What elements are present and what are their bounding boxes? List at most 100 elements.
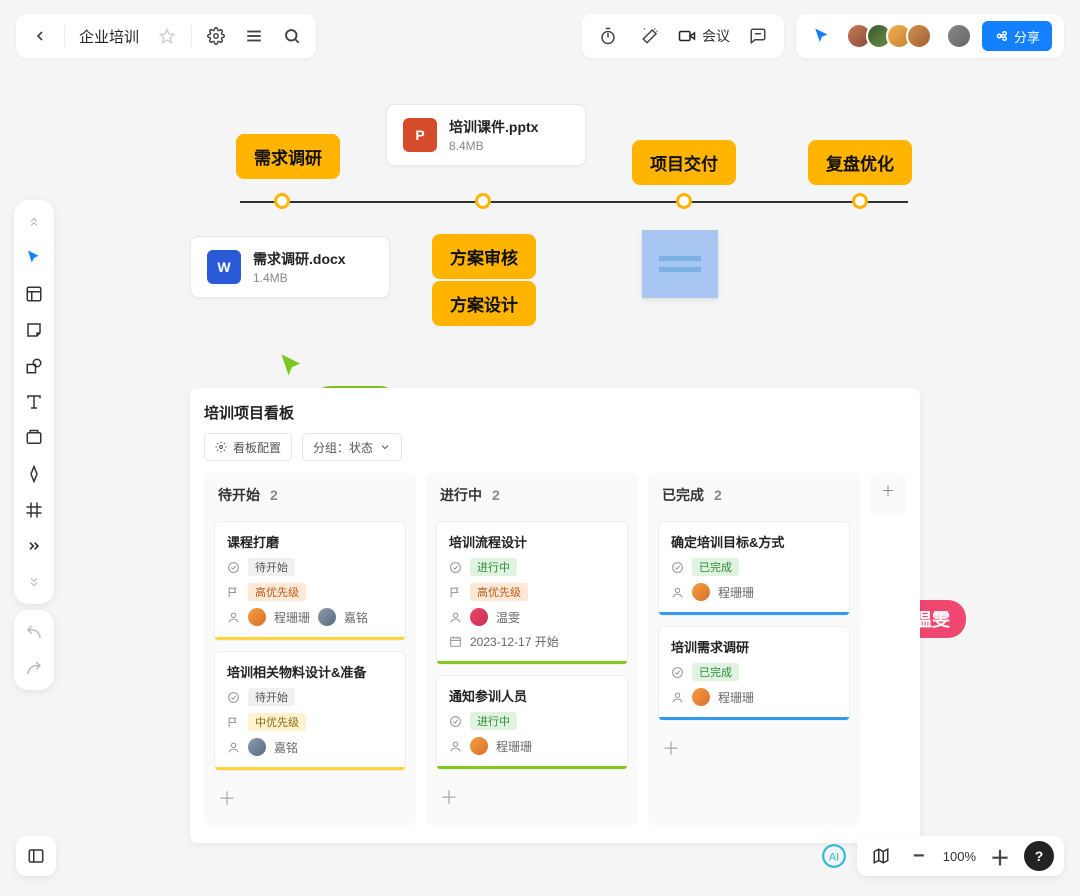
current-user-avatar[interactable] [946,23,972,49]
wand-icon [641,27,659,45]
kanban-card[interactable]: 培训相关物料设计&准备 待开始 中优先级 嘉铭 [214,651,406,771]
flag-icon [227,716,240,729]
card-title: 培训需求调研 [671,637,837,656]
shape-tool[interactable] [22,354,46,378]
back-button[interactable] [26,22,54,50]
add-card-button[interactable]: ＋ [658,731,850,765]
redo-button[interactable] [22,656,46,680]
timeline-line [240,201,908,203]
add-card-button[interactable]: ＋ [436,780,628,814]
priority-pill: 中优先级 [248,713,306,731]
topbar-right: 会议 分享 [582,14,1064,58]
file-card-ppt[interactable]: P 培训课件.pptx 8.4MB [386,104,586,166]
pen-tool[interactable] [22,462,46,486]
status-pill: 已完成 [692,558,739,576]
column-count: 2 [714,487,722,503]
word-icon: W [207,250,241,284]
card-accent [659,612,849,615]
assignee-avatar [692,583,710,601]
frame-tool[interactable] [22,282,46,306]
share-label: 分享 [1014,27,1040,46]
timeline-node[interactable] [852,193,868,209]
assignee-avatar [248,608,266,626]
kanban-group-dropdown[interactable]: 分组：状态 [302,433,402,461]
panel-toggle-button[interactable] [16,836,56,876]
card-accent [215,767,405,770]
image-tool[interactable] [22,426,46,450]
timeline-tag[interactable]: 项目交付 [632,140,736,185]
settings-button[interactable] [202,22,230,50]
share-button[interactable]: 分享 [982,21,1052,51]
sticky-tool[interactable] [22,318,46,342]
timer-button[interactable] [594,22,622,50]
search-button[interactable] [278,22,306,50]
tool-sidebar [14,200,54,604]
column-name: 待开始 [218,485,260,505]
kanban-card[interactable]: 课程打磨 待开始 高优先级 程珊珊 嘉铭 [214,521,406,641]
powerpoint-icon: P [403,118,437,152]
zoom-out-button[interactable]: − [905,842,933,870]
column-name: 已完成 [662,485,704,505]
add-card-button[interactable]: ＋ [214,781,406,815]
assignee-avatar [318,608,336,626]
avatar [906,23,932,49]
presence-button[interactable] [808,22,836,50]
ai-button[interactable]: AI [819,841,849,871]
kanban-card[interactable]: 培训流程设计 进行中 高优先级 温雯 2023-12-17 开始 [436,521,628,665]
expand-button[interactable] [22,570,46,594]
meeting-button[interactable]: 会议 [678,26,730,46]
card-title: 培训相关物料设计&准备 [227,662,393,681]
status-pill: 待开始 [248,558,295,576]
remote-cursor-icon [278,352,306,380]
timeline-tag[interactable]: 复盘优化 [808,140,912,185]
help-button[interactable]: ? [1024,841,1054,871]
calendar-icon [449,635,462,648]
timeline-tag[interactable]: 方案审核 [432,234,536,279]
gear-icon [207,27,225,45]
assignee-avatar [692,688,710,706]
zoom-level[interactable]: 100% [943,849,976,864]
timeline-node[interactable] [274,193,290,209]
timeline-tag[interactable]: 方案设计 [432,281,536,326]
grid-tool[interactable] [22,498,46,522]
status-icon [671,561,684,574]
search-icon [283,27,301,45]
user-icon [449,740,462,753]
add-column-button[interactable]: ＋ [870,473,906,513]
file-card-doc[interactable]: W 需求调研.docx 1.4MB [190,236,390,298]
text-tool[interactable] [22,390,46,414]
status-pill: 待开始 [248,688,295,706]
kanban-card[interactable]: 确定培训目标&方式 已完成 程珊珊 [658,521,850,616]
timeline-node[interactable] [676,193,692,209]
kanban-card[interactable]: 通知参训人员 进行中 程珊珊 [436,675,628,770]
user-icon [227,611,240,624]
priority-pill: 高优先级 [248,583,306,601]
chevron-down-icon [379,441,391,453]
zoom-in-button[interactable]: ＋ [986,842,1014,870]
file-name: 需求调研.docx [253,249,346,269]
chevrons-up-icon [27,215,41,229]
gear-icon [215,441,227,453]
favorite-button[interactable] [153,22,181,50]
kanban-card[interactable]: 培训需求调研 已完成 程珊珊 [658,626,850,721]
priority-pill: 高优先级 [470,583,528,601]
comment-button[interactable] [744,22,772,50]
kanban-config-button[interactable]: 看板配置 [204,433,292,461]
divider [64,25,65,47]
more-tools[interactable] [22,534,46,558]
collapse-button[interactable] [22,210,46,234]
avatar-stack[interactable] [846,23,932,49]
assignee-name: 程珊珊 [274,609,310,626]
select-tool[interactable] [22,246,46,270]
timeline-node[interactable] [475,193,491,209]
assignee-name: 程珊珊 [718,584,754,601]
kanban-board[interactable]: 培训项目看板 看板配置 分组：状态 待开始 2 课程打磨 待开始 高优先级 程珊… [190,388,920,843]
timeline-tag[interactable]: 需求调研 [236,134,340,179]
undo-button[interactable] [22,620,46,644]
magic-button[interactable] [636,22,664,50]
map-button[interactable] [867,842,895,870]
card-accent [215,637,405,640]
menu-button[interactable] [240,22,268,50]
flag-icon [227,586,240,599]
sticky-note[interactable] [642,230,718,298]
